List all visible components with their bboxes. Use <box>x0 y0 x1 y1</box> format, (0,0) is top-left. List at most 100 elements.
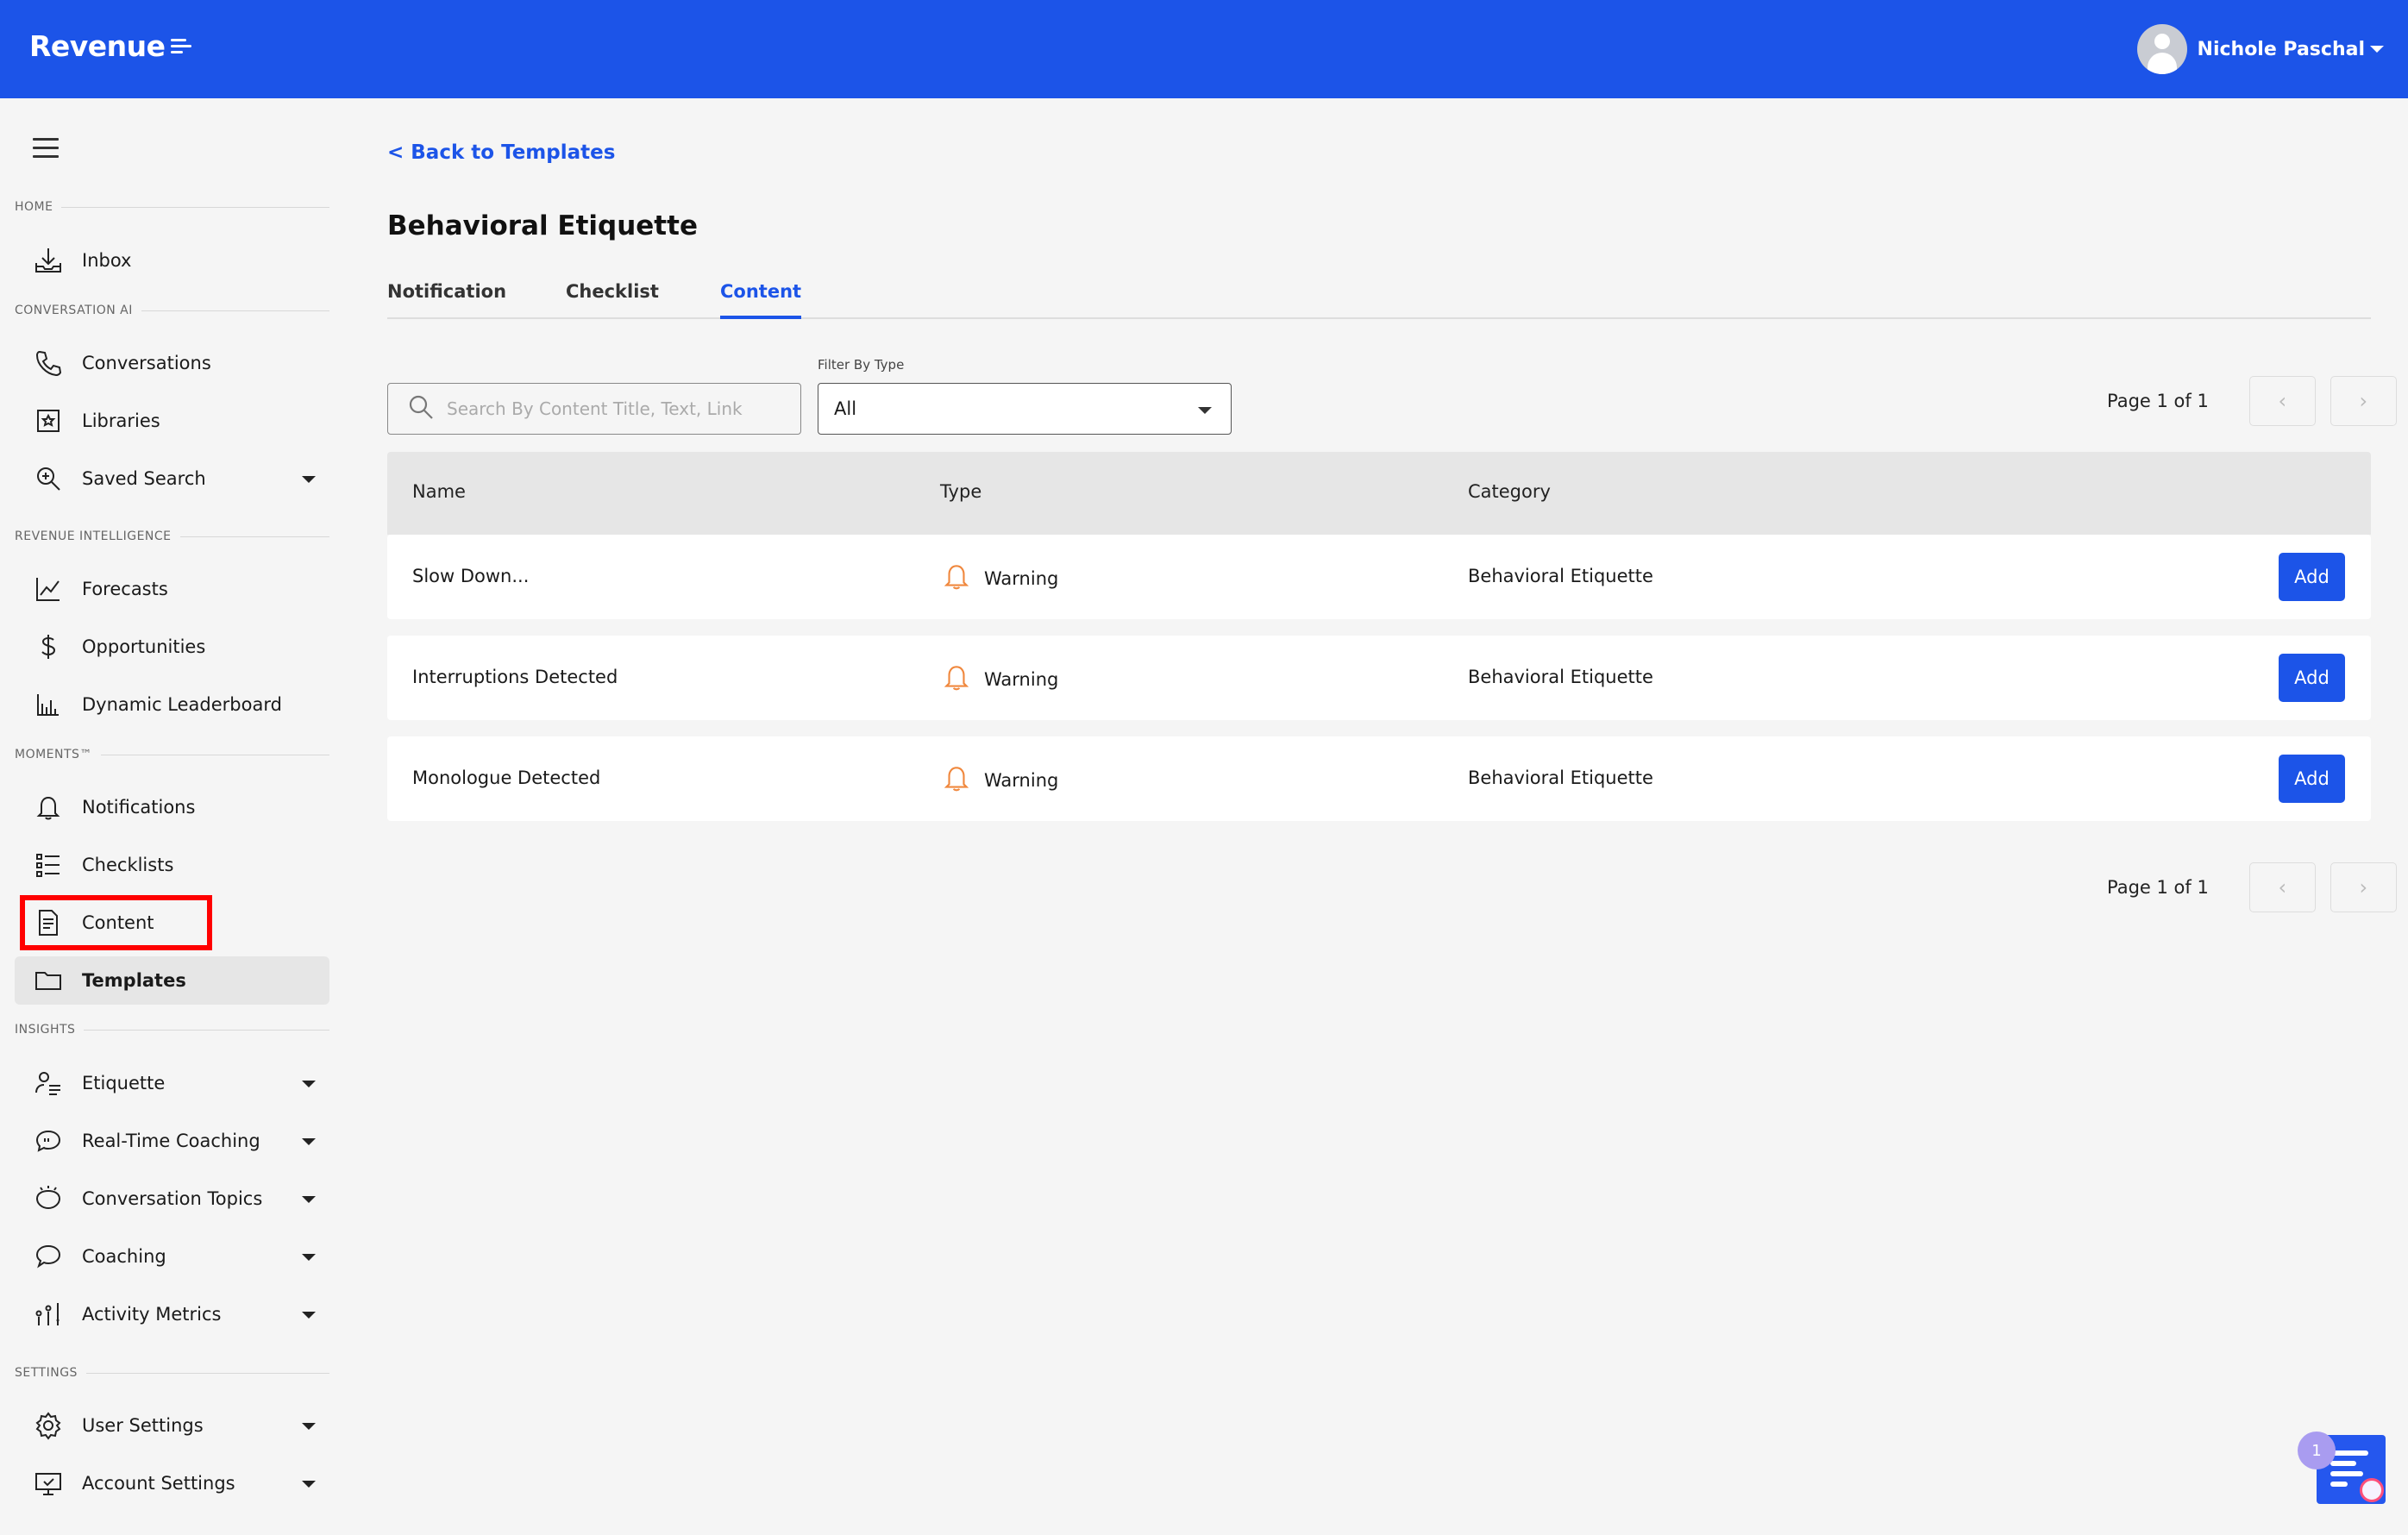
sidebar-item-label: Dynamic Leaderboard <box>82 694 282 715</box>
pagination-text: Page 1 of 1 <box>2107 877 2209 898</box>
search-plus-icon <box>34 464 63 493</box>
chevron-left-icon: ‹ <box>2278 875 2287 899</box>
monitor-check-icon <box>34 1469 63 1498</box>
chevron-down-icon <box>302 1138 316 1145</box>
row-name: Interruptions Detected <box>412 667 618 687</box>
brand-name: Revenue <box>29 29 166 63</box>
sidebar-item-label: Libraries <box>82 410 160 431</box>
user-menu[interactable]: Nichole Paschal <box>2136 24 2384 74</box>
sidebar-item-saved-search[interactable]: Saved Search <box>15 454 329 503</box>
avatar <box>2136 24 2187 74</box>
sidebar-item-label: Forecasts <box>82 579 168 599</box>
sidebar-item-checklists[interactable]: Checklists <box>15 841 329 889</box>
dollar-icon <box>34 632 63 661</box>
chevron-right-icon: › <box>2359 389 2368 413</box>
sidebar-item-label: Account Settings <box>82 1473 235 1494</box>
content-highlight-box <box>20 895 212 950</box>
section-home: HOME <box>15 200 329 214</box>
brand-mark-icon <box>170 39 191 53</box>
sidebar-item-inbox[interactable]: Inbox <box>15 236 329 285</box>
sidebar-item-coaching[interactable]: Coaching <box>15 1232 329 1281</box>
chat-status-icon <box>2360 1478 2384 1502</box>
sidebar-item-label: Coaching <box>82 1246 166 1267</box>
bell-icon <box>34 793 63 822</box>
inbox-icon <box>34 246 63 275</box>
next-page-button[interactable]: › <box>2330 376 2397 426</box>
search-icon <box>407 393 435 424</box>
sidebar-item-etiquette[interactable]: Etiquette <box>15 1059 329 1107</box>
sidebar-item-label: Opportunities <box>82 636 206 657</box>
table-header: Name Type Category <box>387 452 2371 535</box>
prev-page-button[interactable]: ‹ <box>2248 376 2316 426</box>
bar-chart-icon <box>34 690 63 719</box>
row-type: Warning <box>941 561 1058 596</box>
search-box[interactable] <box>387 383 801 435</box>
chevron-down-icon <box>302 1312 316 1319</box>
sidebar-item-user-settings[interactable]: User Settings <box>15 1401 329 1450</box>
column-header-type: Type <box>940 481 982 502</box>
sliders-icon <box>34 1300 63 1329</box>
sidebar-item-libraries[interactable]: Libraries <box>15 397 329 445</box>
chevron-down-icon <box>2370 46 2384 53</box>
sidebar-item-notifications[interactable]: Notifications <box>15 783 329 831</box>
pagination-top: Page 1 of 1 ‹ › <box>2107 376 2397 426</box>
search-input[interactable] <box>447 398 774 419</box>
sidebar-item-dynamic-leaderboard[interactable]: Dynamic Leaderboard <box>15 680 329 729</box>
user-lines-icon <box>34 1068 63 1098</box>
chevron-left-icon: ‹ <box>2278 389 2287 413</box>
sidebar-item-label: Inbox <box>82 250 132 271</box>
table-row: Interruptions Detected Warning Behaviora… <box>387 636 2371 720</box>
filter-selected-value: All <box>834 398 857 419</box>
lightbulb-icon <box>34 1184 63 1213</box>
sidebar-item-opportunities[interactable]: Opportunities <box>15 623 329 671</box>
table-row: Slow Down... Warning Behavioral Etiquett… <box>387 535 2371 619</box>
tab-notification[interactable]: Notification <box>387 281 506 319</box>
prev-page-button[interactable]: ‹ <box>2248 862 2316 912</box>
row-name: Slow Down... <box>412 566 530 586</box>
add-button[interactable]: Add <box>2279 553 2345 601</box>
chat-bubble-icon <box>34 1242 63 1271</box>
tab-checklist[interactable]: Checklist <box>566 281 659 319</box>
sidebar-item-real-time-coaching[interactable]: Real-Time Coaching <box>15 1117 329 1165</box>
sidebar-item-account-settings[interactable]: Account Settings <box>15 1459 329 1507</box>
column-header-name: Name <box>412 481 466 502</box>
page-title: Behavioral Etiquette <box>387 210 698 241</box>
add-button[interactable]: Add <box>2279 654 2345 702</box>
sidebar-item-label: User Settings <box>82 1415 204 1436</box>
tab-bar: Notification Checklist Content <box>387 281 2371 319</box>
chevron-down-icon <box>302 476 316 483</box>
filter-type-select[interactable]: All <box>818 383 1232 435</box>
pagination-bottom: Page 1 of 1 ‹ › <box>2107 862 2397 912</box>
add-button[interactable]: Add <box>2279 755 2345 803</box>
tab-content[interactable]: Content <box>720 281 802 319</box>
menu-toggle-icon[interactable] <box>33 138 59 164</box>
sidebar-item-label: Conversations <box>82 353 211 373</box>
sidebar-item-forecasts[interactable]: Forecasts <box>15 565 329 613</box>
sidebar-item-label: Templates <box>82 970 186 991</box>
row-type-label: Warning <box>984 567 1059 589</box>
next-page-button[interactable]: › <box>2330 862 2397 912</box>
section-revenue-intelligence: REVENUE INTELLIGENCE <box>15 529 329 543</box>
back-to-templates-link[interactable]: < Back to Templates <box>387 141 615 164</box>
sidebar: HOME Inbox CONVERSATION AI Conversations… <box>0 98 345 1535</box>
gear-icon <box>34 1411 63 1440</box>
column-header-category: Category <box>1468 481 1551 502</box>
sidebar-item-activity-metrics[interactable]: Activity Metrics <box>15 1290 329 1338</box>
section-moments: MOMENTS™ <box>15 748 329 761</box>
sidebar-item-templates[interactable]: Templates <box>15 956 329 1005</box>
pagination-text: Page 1 of 1 <box>2107 391 2209 411</box>
sidebar-item-conversation-topics[interactable]: Conversation Topics <box>15 1175 329 1223</box>
row-type: Warning <box>941 661 1058 697</box>
chevron-down-icon <box>302 1481 316 1488</box>
user-name: Nichole Paschal <box>2197 38 2365 60</box>
list-icon <box>34 850 63 880</box>
chevron-down-icon <box>302 1423 316 1430</box>
sidebar-item-conversations[interactable]: Conversations <box>15 339 329 387</box>
chat-notification-badge: 1 <box>2298 1432 2336 1469</box>
folder-icon <box>34 966 63 995</box>
row-type-label: Warning <box>984 668 1059 690</box>
row-category: Behavioral Etiquette <box>1468 667 1653 687</box>
chevron-down-icon <box>302 1081 316 1087</box>
brand-logo[interactable]: Revenue <box>29 29 191 63</box>
chevron-down-icon <box>302 1196 316 1203</box>
